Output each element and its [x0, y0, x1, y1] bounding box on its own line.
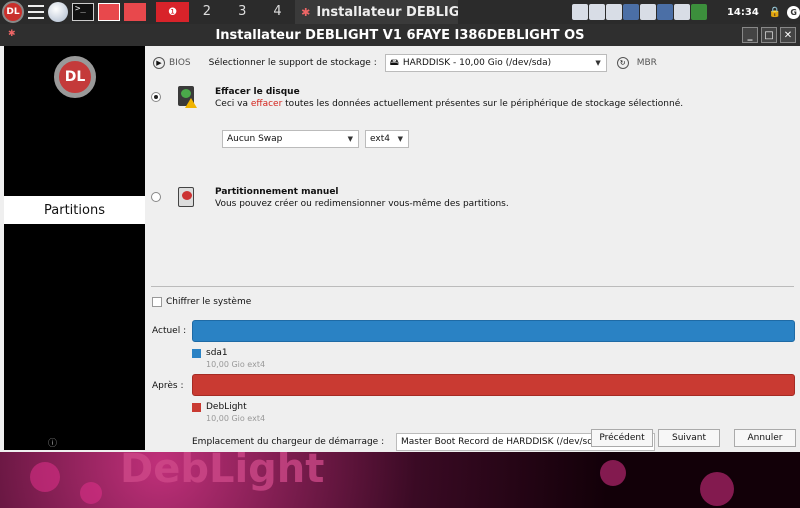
battery-icon[interactable]: [690, 4, 707, 20]
erase-disk-title: Effacer le disque: [215, 87, 300, 97]
window-icon: [98, 3, 120, 21]
manual-partition-description: Vous pouvez créer ou redimensionner vous…: [215, 199, 509, 209]
notes-icon[interactable]: [588, 4, 605, 20]
hamburger-icon: [28, 5, 44, 19]
chevron-down-icon: ▼: [595, 59, 601, 67]
deblight-logo-icon: DL: [54, 56, 96, 98]
taskbar-window-button[interactable]: ✱ Installateur DEBLIG: [295, 0, 458, 24]
manual-partition-title: Partitionnement manuel: [215, 187, 339, 197]
current-label: Actuel :: [152, 326, 187, 336]
after-partition-bar: [192, 374, 795, 396]
gear-icon: ✱: [301, 5, 311, 19]
refresh-circle-icon[interactable]: ↻: [616, 57, 629, 69]
next-button[interactable]: Suivant: [658, 429, 720, 447]
sidebar: DL Partitions ⓘ: [4, 46, 145, 450]
after-partition-name: DebLight: [206, 402, 247, 412]
taskbar: DL >_ ❶ 2 3 4 ✱ Installateur DEBLIG 14:3…: [0, 0, 800, 24]
back-button[interactable]: Précédent: [591, 429, 653, 447]
play-circle-icon: ▶: [153, 57, 165, 69]
system-tray: [571, 4, 707, 20]
installer-window: ✱ Installateur DEBLIGHT V1 6FAYE I386DEB…: [0, 24, 800, 452]
deblight-icon: ❶: [168, 6, 178, 18]
current-partition-bar: [192, 320, 795, 342]
globe-icon: [48, 2, 68, 22]
warning-icon: [185, 98, 197, 108]
filesystem-value: ext4: [370, 134, 390, 144]
encrypt-checkbox[interactable]: [152, 297, 162, 307]
after-label: Après :: [152, 381, 184, 391]
gear-icon[interactable]: ✱: [8, 29, 16, 39]
session-g-icon[interactable]: G: [787, 5, 800, 19]
window-title: Installateur DEBLIGHT V1 6FAYE I386DEBLI…: [215, 27, 585, 43]
after-partition-info: 10,00 Gio ext4: [206, 414, 266, 423]
harddisk-icon: 🖴: [389, 58, 399, 68]
desktop-2-button[interactable]: 2: [189, 0, 224, 24]
browser-launcher[interactable]: [48, 1, 68, 23]
menu-logo-button[interactable]: DL: [2, 1, 24, 23]
desktop-3-button[interactable]: 3: [225, 0, 260, 24]
terminal-launcher[interactable]: >_: [72, 1, 94, 23]
update-icon[interactable]: [656, 4, 673, 20]
bokeh-decoration: [700, 472, 734, 506]
encrypt-label[interactable]: Chiffrer le système: [166, 297, 251, 307]
current-partition-name: sda1: [206, 348, 228, 358]
security-icon[interactable]: [622, 4, 639, 20]
desktop-4-button[interactable]: 4: [260, 0, 295, 24]
bios-label: BIOS: [169, 58, 191, 68]
bokeh-decoration: [30, 462, 60, 492]
title-bar[interactable]: ✱ Installateur DEBLIGHT V1 6FAYE I386DEB…: [0, 24, 800, 46]
network-icon[interactable]: [673, 4, 690, 20]
display-icon[interactable]: [571, 4, 588, 20]
swap-select[interactable]: Aucun Swap ▼: [222, 130, 359, 148]
bokeh-decoration: [600, 460, 626, 486]
volume-icon[interactable]: [639, 4, 656, 20]
bokeh-decoration: [80, 482, 102, 504]
deblight-logo-icon: DL: [2, 1, 24, 23]
chevron-down-icon: ▼: [347, 135, 353, 143]
storage-device-value: HARDDISK - 10,00 Gio (/dev/sda): [402, 58, 552, 68]
erase-disk-description: Ceci va effacer toutes les données actue…: [215, 99, 684, 109]
storage-device-select[interactable]: 🖴 HARDDISK - 10,00 Gio (/dev/sda) ▼: [384, 54, 607, 72]
desktop-wallpaper: DebLight: [0, 452, 800, 508]
chevron-down-icon: ▼: [397, 135, 403, 143]
divider: [151, 286, 794, 287]
cancel-button[interactable]: Annuler: [734, 429, 796, 447]
app-menu-button[interactable]: [28, 1, 44, 23]
close-button[interactable]: ✕: [780, 27, 796, 43]
launcher-red-2[interactable]: [124, 1, 146, 23]
minimize-button[interactable]: _: [742, 27, 758, 43]
window-icon: [124, 3, 146, 21]
lock-icon[interactable]: 🔒: [769, 7, 781, 18]
mbr-label: MBR: [636, 58, 657, 68]
manual-partition-icon: [178, 187, 194, 207]
storage-select-label: Sélectionner le support de stockage :: [208, 58, 377, 68]
launcher-red-1[interactable]: [98, 1, 120, 23]
clock[interactable]: 14:34: [727, 7, 759, 18]
terminal-icon: >_: [72, 3, 94, 21]
bootloader-label: Emplacement du chargeur de démarrage :: [192, 437, 385, 447]
partitions-page: ▶ BIOS Sélectionner le support de stocka…: [145, 46, 800, 452]
desktop-1-button[interactable]: ❶: [156, 2, 190, 22]
swap-value: Aucun Swap: [227, 134, 283, 144]
info-icon[interactable]: ⓘ: [48, 436, 57, 449]
deblight-color-swatch: [192, 403, 201, 412]
maximize-button[interactable]: □: [761, 27, 777, 43]
sidebar-item-partitions: Partitions: [4, 196, 145, 224]
erase-disk-radio[interactable]: [151, 92, 161, 102]
manual-partition-radio[interactable]: [151, 192, 161, 202]
radio-dot: [154, 95, 158, 99]
clipboard-icon[interactable]: [605, 4, 622, 20]
bootloader-value: Master Boot Record de HARDDISK (/dev/sda…: [401, 437, 602, 447]
current-partition-info: 10,00 Gio ext4: [206, 360, 266, 369]
filesystem-select[interactable]: ext4 ▼: [365, 130, 409, 148]
sda1-color-swatch: [192, 349, 201, 358]
taskbar-window-title: Installateur DEBLIG: [316, 4, 458, 20]
wallpaper-logo-text: DebLight: [120, 452, 325, 492]
